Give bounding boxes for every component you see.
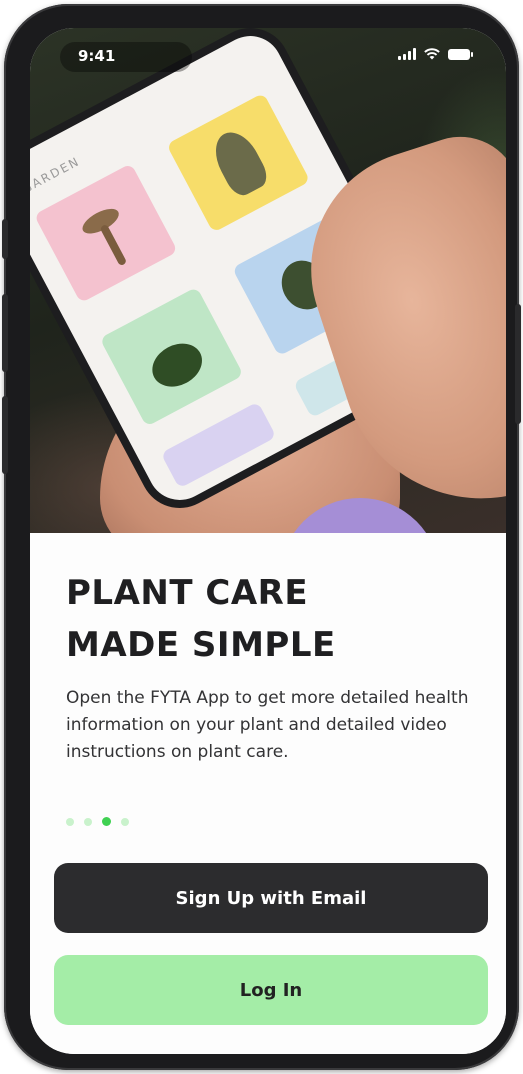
volume-down-button bbox=[2, 396, 8, 474]
phone-frame: GARDEN 9:41 PLANT CARE MADE SIMPLE Open … bbox=[2, 4, 521, 1070]
inner-app-title: GARDEN bbox=[30, 153, 83, 197]
status-bar: 9:41 bbox=[30, 28, 506, 88]
battery-icon bbox=[448, 49, 473, 60]
hero-image: GARDEN bbox=[30, 28, 506, 578]
description-text: Open the FYTA App to get more detailed h… bbox=[66, 688, 469, 762]
plant-tile bbox=[166, 92, 311, 233]
status-icons bbox=[398, 48, 473, 60]
pagination-dots bbox=[66, 817, 129, 826]
pagination-dot[interactable] bbox=[66, 817, 74, 826]
headline: PLANT CARE MADE SIMPLE bbox=[66, 567, 466, 671]
wifi-icon bbox=[424, 48, 440, 60]
onboarding-panel: PLANT CARE MADE SIMPLE Open the FYTA App… bbox=[30, 533, 506, 1054]
signal-icon bbox=[398, 48, 416, 60]
pagination-dot[interactable] bbox=[84, 817, 92, 826]
pagination-dot[interactable] bbox=[121, 817, 129, 826]
plant-tile bbox=[33, 163, 178, 304]
phone-screen: GARDEN 9:41 PLANT CARE MADE SIMPLE Open … bbox=[30, 28, 506, 1054]
status-time: 9:41 bbox=[78, 47, 116, 65]
plant-tile bbox=[99, 286, 244, 427]
volume-up-button bbox=[2, 294, 8, 372]
mute-switch bbox=[2, 219, 8, 259]
pagination-dot-active[interactable] bbox=[102, 817, 111, 826]
headline-line-2: MADE SIMPLE bbox=[66, 625, 336, 665]
headline-line-1: PLANT CARE bbox=[66, 573, 309, 613]
login-button[interactable]: Log In bbox=[54, 955, 488, 1025]
power-button bbox=[515, 304, 521, 424]
signup-email-button[interactable]: Sign Up with Email bbox=[54, 863, 488, 933]
